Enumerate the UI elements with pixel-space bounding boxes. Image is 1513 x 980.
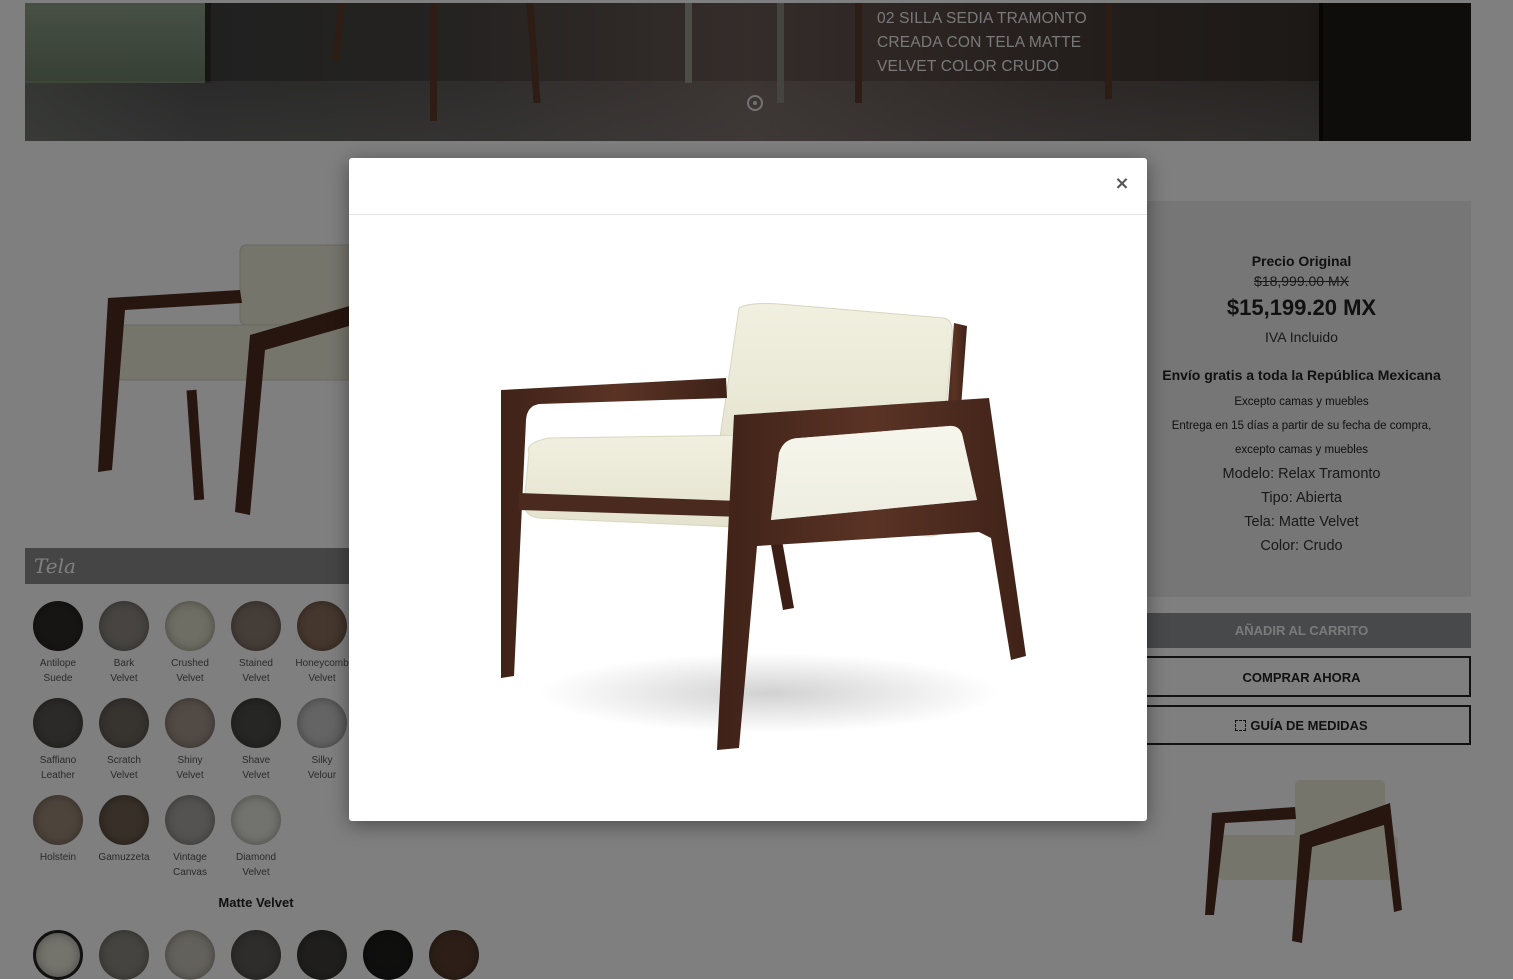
image-modal: × — [349, 158, 1147, 821]
chair-shadow — [539, 653, 999, 733]
chair-left-arm — [501, 378, 727, 678]
armchair-image — [501, 303, 1026, 750]
close-icon[interactable]: × — [1113, 174, 1131, 194]
modal-header: × — [349, 158, 1147, 215]
